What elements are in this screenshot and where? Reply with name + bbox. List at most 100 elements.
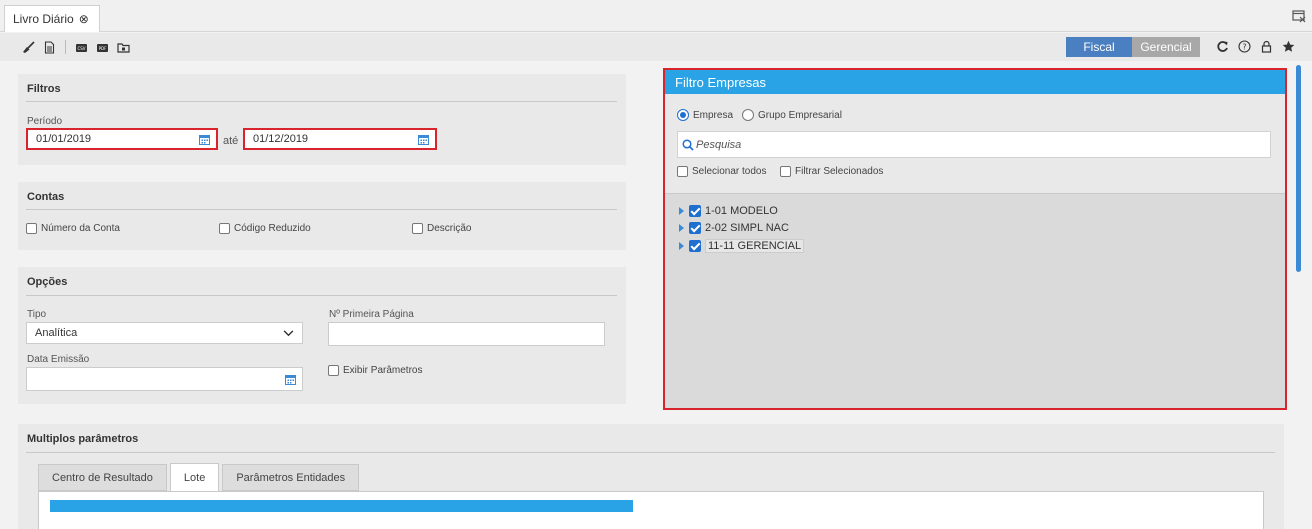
empresa-label: Empresa <box>693 109 734 121</box>
export-csv-icon[interactable]: CSV <box>75 41 88 54</box>
divider <box>26 295 617 296</box>
gerencial-button[interactable]: Gerencial <box>1132 37 1200 57</box>
tipo-value: Analítica <box>35 327 78 339</box>
toolbar: CSV PDF Fiscal Gerencial ? <box>0 33 1312 61</box>
data-emissao-label: Data Emissão <box>27 354 90 365</box>
primeira-pagina-input[interactable] <box>328 322 605 346</box>
selecionar-lote-button[interactable] <box>50 500 633 512</box>
export-pdf-icon[interactable]: PDF <box>96 41 109 54</box>
exibir-parametros-checkbox[interactable]: Exibir Parâmetros <box>328 365 422 376</box>
contas-title: Contas <box>27 191 65 203</box>
tab-content <box>38 491 1264 529</box>
window-close-icon[interactable] <box>1292 9 1306 23</box>
filtrar-selecionados-checkbox[interactable]: Filtrar Selecionados <box>780 166 883 177</box>
vertical-scrollbar[interactable] <box>1296 65 1301 272</box>
divider <box>26 101 617 102</box>
parametros-tabs: Centro de Resultado Lote Parâmetros Enti… <box>38 463 360 492</box>
chevron-down-icon <box>283 330 294 337</box>
periodo-label: Período <box>27 116 63 127</box>
checkbox-box[interactable] <box>780 166 791 177</box>
document-tab-bar: Livro Diário ⊗ <box>0 0 1312 32</box>
tree-item-label: 1-01 MODELO <box>705 205 778 217</box>
grupo-empresarial-radio[interactable]: Grupo Empresarial <box>742 109 842 121</box>
fiscal-button[interactable]: Fiscal <box>1066 37 1132 57</box>
search-icon <box>682 139 694 151</box>
checkbox-checked[interactable] <box>689 222 701 234</box>
lock-icon[interactable] <box>1260 40 1273 53</box>
filtro-empresas-title: Filtro Empresas <box>665 70 1285 94</box>
filtros-title: Filtros <box>27 83 61 95</box>
tab-livro-diario[interactable]: Livro Diário ⊗ <box>4 5 100 32</box>
search-input[interactable]: Pesquisa <box>677 131 1271 158</box>
tree-item[interactable]: 2-02 SIMPL NAC <box>679 222 789 234</box>
opcoes-panel: Opções Tipo Analítica Nº Primeira Página… <box>18 267 626 404</box>
numero-conta-label: Número da Conta <box>41 223 120 234</box>
start-date-value: 01/01/2019 <box>36 133 92 145</box>
toolbar-separator <box>65 40 66 54</box>
broom-icon[interactable] <box>22 40 35 54</box>
codigo-reduzido-label: Código Reduzido <box>234 223 311 234</box>
svg-text:CSV: CSV <box>77 46 85 51</box>
checkbox-box[interactable] <box>412 223 423 234</box>
checkbox-checked[interactable] <box>689 240 701 252</box>
filtros-panel: Filtros Período 01/01/2019 até 01/12/201… <box>18 74 626 165</box>
checkbox-box[interactable] <box>677 166 688 177</box>
tab-title: Livro Diário <box>13 12 74 26</box>
expand-arrow-icon[interactable] <box>679 207 684 215</box>
search-placeholder: Pesquisa <box>696 138 742 151</box>
close-circle-icon[interactable]: ⊗ <box>79 12 89 26</box>
descricao-label: Descrição <box>427 223 472 234</box>
checkbox-box[interactable] <box>26 223 37 234</box>
exibir-parametros-label: Exibir Parâmetros <box>343 365 423 376</box>
end-date-field[interactable]: 01/12/2019 <box>243 128 437 150</box>
view-switch: Fiscal Gerencial <box>1066 37 1200 57</box>
calendar-icon[interactable] <box>418 134 429 145</box>
star-icon[interactable] <box>1282 40 1295 53</box>
empresa-radio[interactable]: Empresa <box>677 109 733 121</box>
grupo-empresarial-label: Grupo Empresarial <box>758 109 842 121</box>
tipo-select[interactable]: Analítica <box>26 322 303 344</box>
checkbox-checked[interactable] <box>689 205 701 217</box>
calendar-icon[interactable] <box>199 134 210 145</box>
codigo-reduzido-checkbox[interactable]: Código Reduzido <box>219 223 311 234</box>
divider <box>26 452 1275 453</box>
tree-item[interactable]: 1-01 MODELO <box>679 205 778 217</box>
ate-label: até <box>223 135 239 147</box>
filtro-empresas-controls: Empresa Grupo Empresarial Pesquisa Selec… <box>665 94 1285 194</box>
tree-item[interactable]: 11-11 GERENCIAL <box>679 239 805 253</box>
filtro-empresas-panel: Filtro Empresas Empresa Grupo Empresaria… <box>663 68 1287 410</box>
radio-dot[interactable] <box>742 109 754 121</box>
help-icon[interactable]: ? <box>1238 40 1251 53</box>
folder-icon[interactable] <box>117 41 130 54</box>
svg-text:PDF: PDF <box>99 46 107 51</box>
selecionar-todos-checkbox[interactable]: Selecionar todos <box>677 166 767 177</box>
tree-item-label: 2-02 SIMPL NAC <box>705 222 789 234</box>
tab-centro-de-resultado[interactable]: Centro de Resultado <box>38 464 167 491</box>
tab-lote[interactable]: Lote <box>169 463 220 492</box>
divider <box>26 209 617 210</box>
calendar-icon[interactable] <box>285 374 296 385</box>
data-emissao-field[interactable] <box>26 367 303 391</box>
selecionar-todos-label: Selecionar todos <box>692 166 767 177</box>
checkbox-box[interactable] <box>219 223 230 234</box>
checkbox-box[interactable] <box>328 365 339 376</box>
end-date-value: 01/12/2019 <box>253 133 309 145</box>
multiplos-parametros-panel: Multiplos parâmetros Centro de Resultado… <box>18 424 1284 529</box>
opcoes-title: Opções <box>27 276 68 288</box>
start-date-field[interactable]: 01/01/2019 <box>26 128 218 150</box>
multiplos-title: Multiplos parâmetros <box>27 433 139 445</box>
svg-text:?: ? <box>1242 43 1246 52</box>
tipo-label: Tipo <box>27 309 47 320</box>
filtrar-selecionados-label: Filtrar Selecionados <box>795 166 884 177</box>
contas-panel: Contas Número da Conta Código Reduzido D… <box>18 182 626 250</box>
refresh-icon[interactable] <box>1216 40 1229 53</box>
expand-arrow-icon[interactable] <box>679 242 684 250</box>
radio-dot[interactable] <box>677 109 689 121</box>
tab-parametros-entidades[interactable]: Parâmetros Entidades <box>222 464 360 491</box>
primeira-pagina-label: Nº Primeira Página <box>329 309 414 320</box>
descricao-checkbox[interactable]: Descrição <box>412 223 471 234</box>
document-icon[interactable] <box>43 40 56 54</box>
expand-arrow-icon[interactable] <box>679 224 684 232</box>
numero-conta-checkbox[interactable]: Número da Conta <box>26 223 120 234</box>
tree-item-label: 11-11 GERENCIAL <box>705 239 805 253</box>
